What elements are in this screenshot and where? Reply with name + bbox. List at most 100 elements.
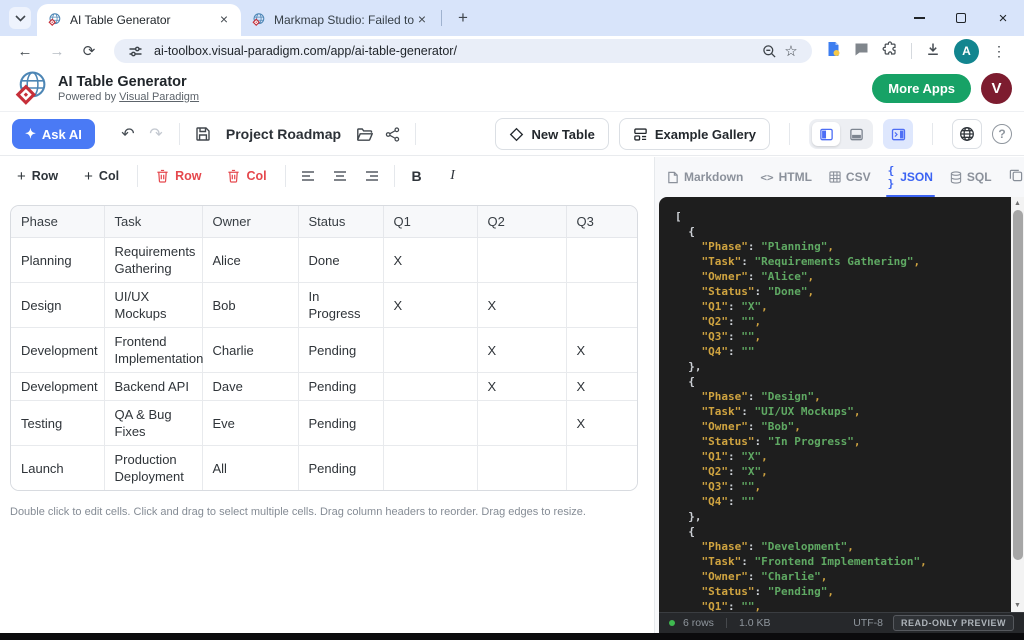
table-cell[interactable] bbox=[477, 238, 566, 283]
column-header[interactable]: Owner bbox=[202, 206, 298, 238]
table-cell[interactable]: X bbox=[566, 328, 638, 373]
bold-button[interactable]: B bbox=[404, 163, 430, 189]
json-code[interactable]: [ { "Phase": "Planning", "Task": "Requir… bbox=[659, 197, 1024, 612]
url-input[interactable]: ai-toolbox.visual-paradigm.com/app/ai-ta… bbox=[114, 39, 812, 63]
table-cell[interactable]: Development bbox=[11, 328, 104, 373]
table-cell[interactable]: QA & Bug Fixes bbox=[104, 401, 202, 446]
table-cell[interactable]: Charlie bbox=[202, 328, 298, 373]
table-cell[interactable]: Planning bbox=[11, 238, 104, 283]
column-header[interactable]: Q1 bbox=[383, 206, 477, 238]
scroll-up-icon[interactable]: ▲ bbox=[1011, 197, 1024, 210]
table-cell[interactable]: In Progress bbox=[298, 283, 383, 328]
table-cell[interactable] bbox=[477, 401, 566, 446]
table-cell[interactable] bbox=[566, 283, 638, 328]
tab-csv[interactable]: CSV bbox=[829, 157, 871, 197]
document-title[interactable]: Project Roadmap bbox=[226, 126, 341, 142]
ask-ai-button[interactable]: ✦ Ask AI bbox=[12, 119, 95, 149]
table-cell[interactable]: Eve bbox=[202, 401, 298, 446]
delete-col-button[interactable]: Col bbox=[218, 162, 275, 190]
table-cell[interactable]: X bbox=[477, 373, 566, 401]
save-button[interactable] bbox=[189, 120, 217, 148]
minimize-button[interactable] bbox=[898, 0, 940, 36]
table-cell[interactable]: Done bbox=[298, 238, 383, 283]
downloads-icon[interactable] bbox=[925, 41, 941, 62]
table-cell[interactable] bbox=[383, 328, 477, 373]
table-cell[interactable]: Pending bbox=[298, 446, 383, 491]
table-cell[interactable]: Production Deployment bbox=[104, 446, 202, 491]
site-settings-icon[interactable] bbox=[124, 40, 146, 62]
toggle-preview-panel-button[interactable] bbox=[883, 119, 913, 149]
table-cell[interactable]: X bbox=[383, 238, 477, 283]
share-button[interactable] bbox=[378, 120, 406, 148]
table-cell[interactable]: X bbox=[566, 401, 638, 446]
table-cell[interactable]: X bbox=[477, 283, 566, 328]
split-vertical-button[interactable] bbox=[812, 122, 840, 146]
column-header[interactable]: Phase bbox=[11, 206, 104, 238]
add-col-button[interactable]: +Col bbox=[75, 162, 128, 190]
table-cell[interactable] bbox=[383, 446, 477, 491]
table-cell[interactable] bbox=[566, 238, 638, 283]
tab-sql[interactable]: SQL bbox=[950, 157, 992, 197]
tab-json[interactable]: { } JSON bbox=[888, 157, 933, 197]
reload-button[interactable]: ⟳ bbox=[76, 38, 102, 64]
tab-html[interactable]: <> HTML bbox=[760, 157, 812, 197]
table-cell[interactable] bbox=[477, 446, 566, 491]
table-cell[interactable]: Pending bbox=[298, 328, 383, 373]
undo-button[interactable]: ↶ bbox=[114, 120, 142, 148]
extensions-puzzle-icon[interactable] bbox=[882, 41, 898, 62]
table-cell[interactable] bbox=[383, 373, 477, 401]
align-right-button[interactable] bbox=[359, 163, 385, 189]
forward-button[interactable]: → bbox=[44, 38, 70, 64]
extension-doc-icon[interactable] bbox=[826, 41, 841, 62]
new-table-button[interactable]: New Table bbox=[495, 118, 608, 150]
table-cell[interactable]: Pending bbox=[298, 401, 383, 446]
table-cell[interactable] bbox=[383, 401, 477, 446]
more-apps-button[interactable]: More Apps bbox=[872, 74, 971, 103]
redo-button[interactable]: ↷ bbox=[142, 120, 170, 148]
visual-paradigm-link[interactable]: Visual Paradigm bbox=[119, 91, 199, 103]
zoom-page-icon[interactable] bbox=[758, 40, 780, 62]
open-folder-button[interactable] bbox=[350, 120, 378, 148]
table-cell[interactable]: All bbox=[202, 446, 298, 491]
table-cell[interactable]: Testing bbox=[11, 401, 104, 446]
italic-button[interactable]: I bbox=[440, 163, 466, 189]
table-cell[interactable]: Requirements Gathering bbox=[104, 238, 202, 283]
align-left-button[interactable] bbox=[295, 163, 321, 189]
table-cell[interactable]: Launch bbox=[11, 446, 104, 491]
scrollbar-thumb[interactable] bbox=[1013, 210, 1023, 560]
copy-button[interactable] bbox=[1009, 168, 1023, 187]
browser-tab-active[interactable]: AI Table Generator × bbox=[37, 4, 241, 36]
language-button[interactable] bbox=[952, 119, 982, 149]
new-tab-button[interactable]: + bbox=[450, 5, 476, 31]
column-header[interactable]: Q3 bbox=[566, 206, 638, 238]
table-cell[interactable] bbox=[566, 446, 638, 491]
column-header[interactable]: Status bbox=[298, 206, 383, 238]
table-cell[interactable]: UI/UX Mockups bbox=[104, 283, 202, 328]
table-cell[interactable]: Backend API bbox=[104, 373, 202, 401]
table-cell[interactable]: X bbox=[383, 283, 477, 328]
maximize-button[interactable] bbox=[940, 0, 982, 36]
delete-row-button[interactable]: Row bbox=[147, 162, 210, 190]
table-cell[interactable]: Development bbox=[11, 373, 104, 401]
tab-close-icon[interactable]: × bbox=[414, 12, 430, 28]
example-gallery-button[interactable]: Example Gallery bbox=[619, 118, 770, 150]
tab-markdown[interactable]: Markdown bbox=[667, 157, 743, 197]
browser-profile-avatar[interactable]: A bbox=[954, 39, 979, 64]
column-header[interactable]: Task bbox=[104, 206, 202, 238]
split-horizontal-button[interactable] bbox=[842, 122, 870, 146]
align-center-button[interactable] bbox=[327, 163, 353, 189]
back-button[interactable]: ← bbox=[12, 38, 38, 64]
table-cell[interactable]: Alice bbox=[202, 238, 298, 283]
tab-search-button[interactable] bbox=[9, 7, 31, 29]
extension-panel-icon[interactable] bbox=[854, 42, 869, 61]
column-header[interactable]: Q2 bbox=[477, 206, 566, 238]
preview-scrollbar[interactable]: ▲ ▼ bbox=[1011, 197, 1024, 612]
table-cell[interactable]: Frontend Implementation bbox=[104, 328, 202, 373]
table-cell[interactable]: Bob bbox=[202, 283, 298, 328]
table-cell[interactable]: Dave bbox=[202, 373, 298, 401]
scroll-down-icon[interactable]: ▼ bbox=[1011, 599, 1024, 612]
table-cell[interactable]: Design bbox=[11, 283, 104, 328]
table-cell[interactable]: Pending bbox=[298, 373, 383, 401]
browser-tab-inactive[interactable]: Markmap Studio: Failed to oper × bbox=[241, 4, 439, 36]
add-row-button[interactable]: +Row bbox=[8, 162, 67, 190]
